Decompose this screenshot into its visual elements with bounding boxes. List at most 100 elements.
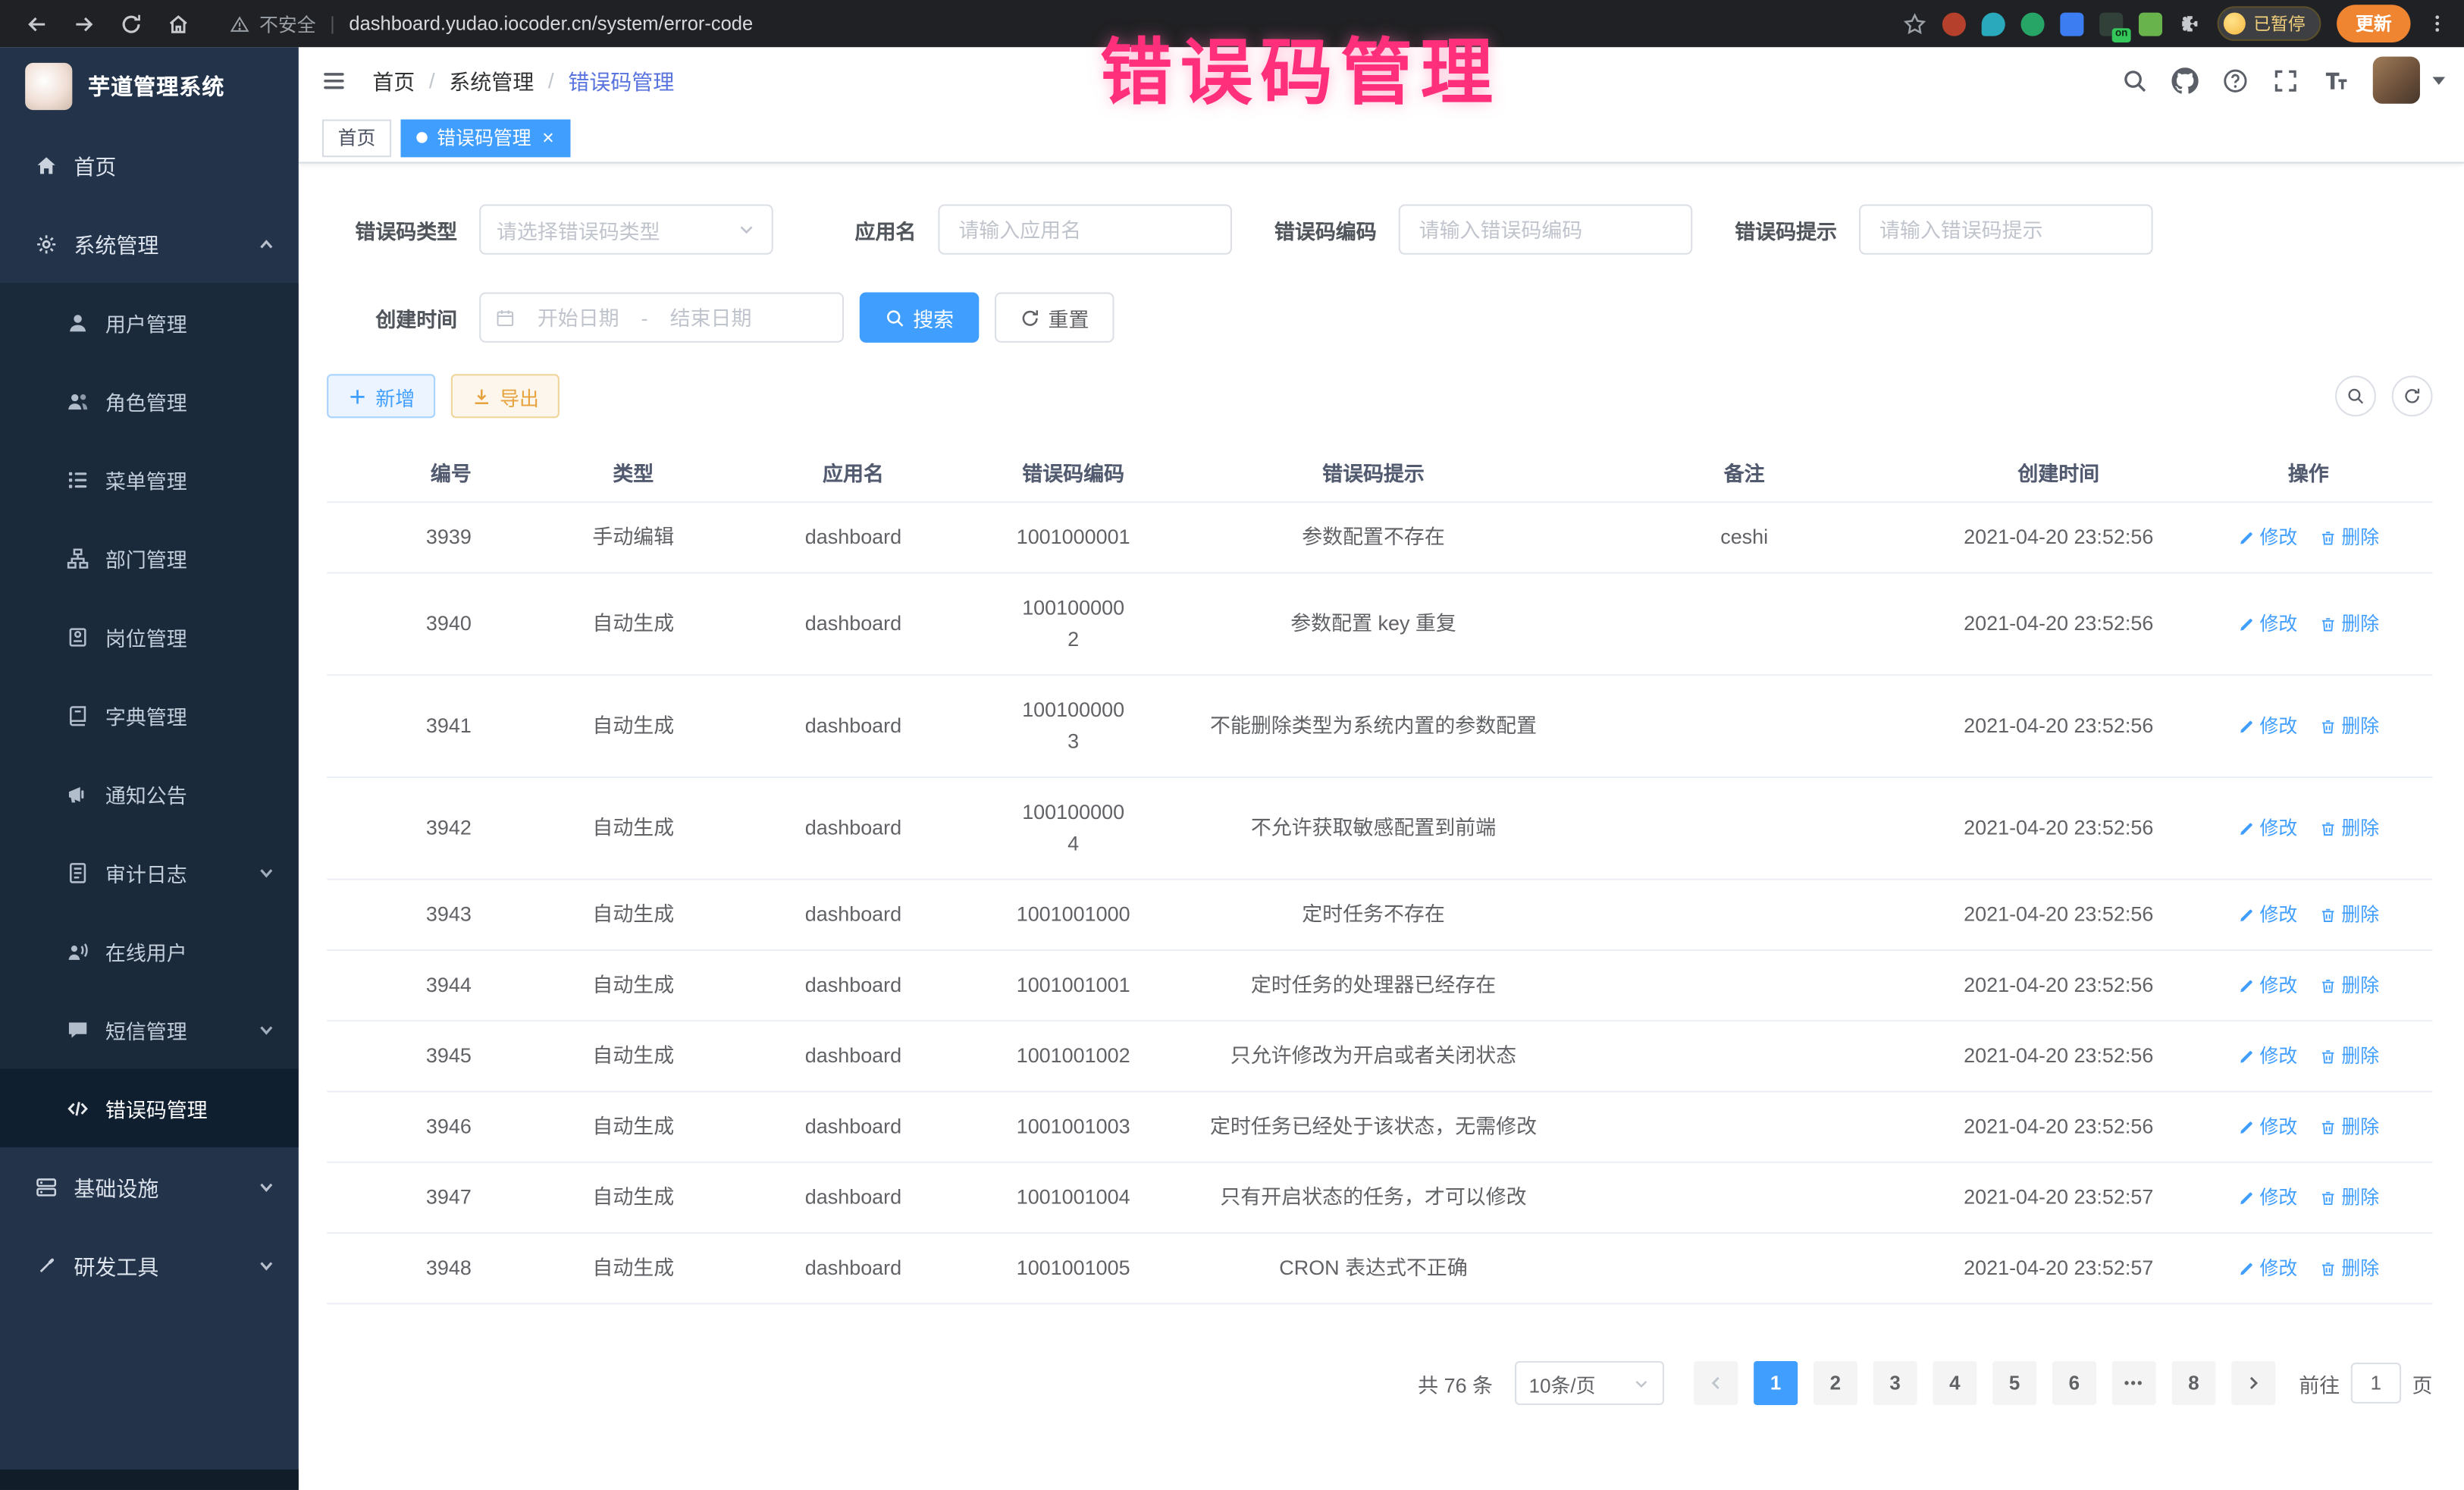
browser-back-icon[interactable] — [16, 5, 57, 42]
sidebar-item[interactable]: 通知公告 — [0, 754, 299, 833]
edit-link[interactable]: 修改 — [2237, 899, 2297, 930]
edit-link[interactable]: 修改 — [2237, 710, 2297, 742]
export-button[interactable]: 导出 — [451, 374, 560, 418]
error-code-input[interactable] — [1399, 204, 1693, 254]
address-bar[interactable]: 不安全 | dashboard.yudao.iocoder.cn/system/… — [230, 10, 754, 36]
edit-link[interactable]: 修改 — [2237, 1253, 2297, 1284]
close-tab-icon[interactable]: × — [542, 127, 554, 148]
page-button[interactable]: 1 — [1754, 1361, 1798, 1405]
toggle-search-button[interactable] — [2335, 375, 2376, 416]
edit-link[interactable]: 修改 — [2237, 813, 2297, 844]
delete-link[interactable]: 删除 — [2319, 1040, 2379, 1071]
sidebar-item[interactable]: 岗位管理 — [0, 598, 299, 676]
page-button[interactable]: 8 — [2171, 1361, 2215, 1405]
menu-icon — [66, 468, 89, 491]
add-button[interactable]: 新增 — [327, 374, 435, 418]
page-button[interactable]: 5 — [1992, 1361, 2036, 1405]
error-hint-input[interactable] — [1859, 204, 2153, 254]
edit-link[interactable]: 修改 — [2237, 1182, 2297, 1213]
user-avatar[interactable] — [2373, 57, 2420, 104]
delete-link[interactable]: 删除 — [2319, 970, 2379, 1001]
prev-page-button[interactable] — [1694, 1361, 1738, 1405]
sidebar-item[interactable]: 短信管理 — [0, 990, 299, 1069]
extension-icon-green[interactable] — [2020, 12, 2044, 36]
sidebar-item[interactable]: 审计日志 — [0, 833, 299, 912]
reset-button[interactable]: 重置 — [995, 293, 1114, 343]
cell-app: dashboard — [751, 1093, 955, 1162]
trash-icon — [2319, 820, 2337, 837]
delete-link[interactable]: 删除 — [2319, 522, 2379, 553]
font-size-icon[interactable] — [2322, 67, 2349, 93]
trash-icon — [2319, 1047, 2337, 1065]
sidebar-item[interactable]: 字典管理 — [0, 676, 299, 754]
tab-error-code[interactable]: 错误码管理 × — [401, 118, 570, 156]
extensions-puzzle-icon[interactable] — [2178, 12, 2202, 36]
app-logo-row[interactable]: 芋道管理系统 — [0, 47, 299, 126]
date-range-picker[interactable]: - — [479, 293, 844, 343]
cell-remark — [1556, 967, 1933, 1005]
avatar-caret-icon[interactable] — [2433, 77, 2446, 84]
sidebar-item[interactable]: 错误码管理 — [0, 1068, 299, 1147]
extension-icon-proxy-on[interactable] — [2099, 12, 2123, 36]
delete-link[interactable]: 删除 — [2319, 1182, 2379, 1213]
edit-link[interactable]: 修改 — [2237, 522, 2297, 553]
browser-reload-icon[interactable] — [110, 5, 151, 42]
extension-icon-blue[interactable] — [2060, 12, 2083, 36]
delete-link[interactable]: 删除 — [2319, 899, 2379, 930]
sidebar-item[interactable]: 基础设施 — [0, 1147, 299, 1226]
edit-link[interactable]: 修改 — [2237, 608, 2297, 639]
cell-code: 100100000 4 — [955, 778, 1191, 879]
delete-link[interactable]: 删除 — [2319, 608, 2379, 639]
sidebar-item[interactable]: 角色管理 — [0, 362, 299, 441]
sidebar-item[interactable]: 研发工具 — [0, 1226, 299, 1305]
browser-forward-icon[interactable] — [63, 5, 104, 42]
sidebar-item[interactable]: 系统管理 — [0, 204, 299, 283]
edit-link[interactable]: 修改 — [2237, 970, 2297, 1001]
delete-link[interactable]: 删除 — [2319, 1253, 2379, 1284]
extension-icon-green2[interactable] — [2139, 12, 2162, 36]
delete-link[interactable]: 删除 — [2319, 710, 2379, 742]
sidebar-item[interactable]: 部门管理 — [0, 519, 299, 598]
browser-update-button[interactable]: 更新 — [2337, 5, 2410, 42]
refresh-table-button[interactable] — [2392, 375, 2433, 416]
sidebar-footer[interactable] — [0, 1470, 299, 1490]
goto-page-input[interactable] — [2351, 1363, 2401, 1404]
paused-badge[interactable]: 已暂停 — [2218, 6, 2321, 41]
page-button[interactable]: 3 — [1873, 1361, 1917, 1405]
page-button[interactable]: ••• — [2112, 1361, 2156, 1405]
next-page-button[interactable] — [2231, 1361, 2275, 1405]
page-button[interactable]: 6 — [2052, 1361, 2096, 1405]
table-row: 3947 自动生成 dashboard 1001001004 只有开启状态的任务… — [327, 1163, 2432, 1234]
page-button[interactable]: 4 — [1933, 1361, 1977, 1405]
help-icon[interactable] — [2222, 67, 2249, 93]
breadcrumb-home[interactable]: 首页 — [372, 64, 415, 96]
browser-menu-icon[interactable] — [2426, 13, 2448, 35]
error-type-select[interactable]: 请选择错误码类型 — [479, 204, 773, 254]
sidebar-toggle[interactable] — [321, 67, 347, 93]
browser-home-icon[interactable] — [157, 5, 198, 42]
page-size-select[interactable]: 10条/页 — [1515, 1361, 1664, 1405]
sidebar-item[interactable]: 菜单管理 — [0, 440, 299, 519]
delete-link[interactable]: 删除 — [2319, 1111, 2379, 1142]
start-date-input[interactable] — [522, 306, 635, 329]
sidebar-item[interactable]: 首页 — [0, 126, 299, 205]
fullscreen-icon[interactable] — [2272, 67, 2299, 93]
breadcrumb-system[interactable]: 系统管理 — [449, 64, 534, 96]
sidebar-item[interactable]: 用户管理 — [0, 283, 299, 362]
edit-link[interactable]: 修改 — [2237, 1040, 2297, 1071]
end-date-input[interactable] — [654, 306, 767, 329]
search-button[interactable]: 搜索 — [860, 293, 980, 343]
sidebar-item[interactable]: 在线用户 — [0, 911, 299, 990]
github-icon[interactable] — [2171, 67, 2198, 93]
search-icon[interactable] — [2121, 67, 2148, 93]
delete-link[interactable]: 删除 — [2319, 813, 2379, 844]
cell-remark — [1556, 707, 1933, 745]
extension-icon-teal[interactable] — [1982, 12, 2005, 36]
page-button[interactable]: 2 — [1814, 1361, 1857, 1405]
cell-remark — [1556, 1108, 1933, 1146]
bookmark-star-icon[interactable] — [1903, 12, 1926, 36]
edit-link[interactable]: 修改 — [2237, 1111, 2297, 1142]
app-name-input[interactable] — [938, 204, 1232, 254]
extension-icon-red[interactable] — [1942, 12, 1966, 36]
tab-home[interactable]: 首页 — [322, 118, 391, 156]
